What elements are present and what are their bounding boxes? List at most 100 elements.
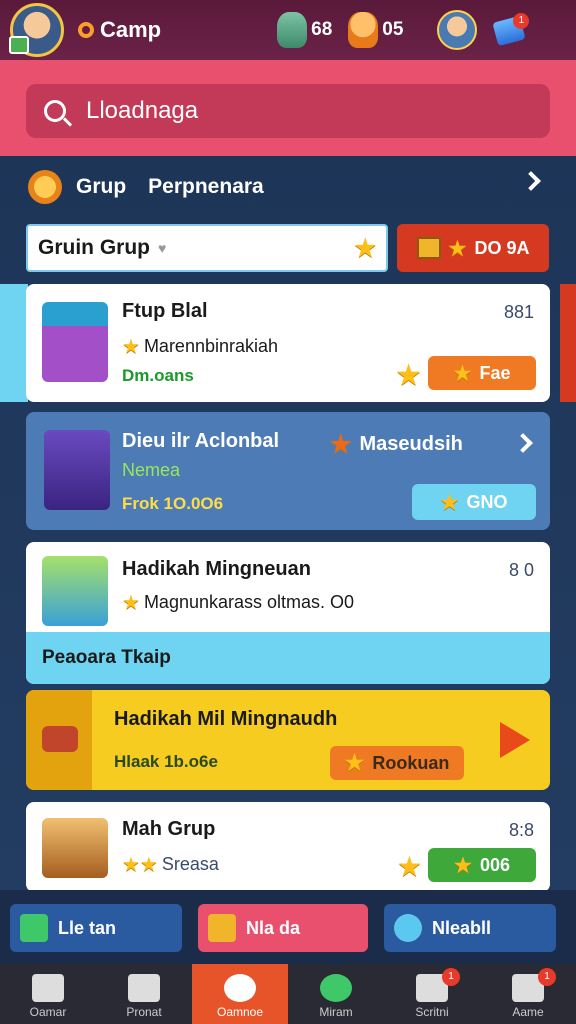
star-icon: ★★ [122,854,158,876]
button-label: GNO [466,491,508,512]
section-header[interactable]: Grup Perpnenara [28,170,548,204]
action-label: Lle tan [58,917,117,938]
camp-button[interactable]: Camp [78,17,161,43]
group-card[interactable]: Ftup Blal 881 ★ Marennbinrakiah Dm.oans ★… [26,284,550,402]
stat-troops[interactable]: 68 [277,12,332,48]
section-title-a: Grup [76,175,127,198]
tab-home[interactable]: Oamar [0,964,96,1024]
card-side-accent-right [560,284,576,402]
tab-bar: Oamar Pronat Oamnoe Miram 1 Scritni 1 Aa… [0,964,576,1024]
group-subtitle: Nemea [122,460,181,480]
group-count: 8:8 [508,820,534,840]
star-icon: ★ [330,431,352,458]
group-band: Peaoara Tkaip [26,632,550,684]
search-band: Lloadnaga [0,60,576,156]
button-label: Rookuan [372,752,450,773]
profile-avatar[interactable] [9,3,64,57]
star-icon: ★ [396,851,422,882]
tab-label: Scritni [415,1005,449,1019]
group-title: Hadikah Mil Mingnaudh [114,708,338,730]
location-pin-icon [78,22,94,38]
tab-check[interactable]: Miram [288,964,384,1024]
group-filter-field[interactable]: Gruin Grup ♥ ★ [26,224,388,272]
tab-label: Miram [319,1005,353,1019]
star-icon: ★ [122,336,140,358]
stat-friends[interactable]: 05 [348,12,403,48]
group-thumbnail [42,302,108,382]
stat-troops-value: 68 [311,19,333,40]
home-icon [32,974,64,1002]
card-side-accent [0,284,28,402]
join-button[interactable]: ★ Fae [428,356,536,390]
chevron-right-icon [521,171,541,191]
group-card[interactable]: Hadikah Mingneuan 8 0 ★ Magnunkarass oltm… [26,542,550,684]
offer-label: DO 9A [474,237,530,258]
group-title: Dieu ilr Aclonbal [122,430,280,452]
friend-icon [348,12,379,48]
gem-badge: 1 [513,13,530,29]
star-icon: ★ [354,234,376,262]
group-thumbnail [42,556,108,626]
action-button-3[interactable]: Nleabll [384,904,556,952]
offer-button[interactable]: ★ DO 9A [397,224,549,272]
search-icon [128,974,160,1002]
group-subtitle: ★★ Sreasa [122,852,219,877]
star-icon: ★ [440,491,459,514]
tab-messages[interactable]: 1 Scritni [384,964,480,1024]
group-count: 8 0 [508,560,534,580]
chest-icon [416,237,441,259]
stat-friends-value: 05 [382,19,404,40]
tab-search[interactable]: Pronat [96,964,192,1024]
action-button-1[interactable]: Lle tan [10,904,182,952]
group-thumbnail [42,726,78,752]
group-card[interactable]: Dieu ilr Aclonbal ★ Maseudsih Nemea Frok … [26,412,550,530]
chevron-right-icon [513,433,533,453]
filter-label: Gruin Grup [38,236,150,259]
friend-avatar[interactable] [437,10,478,50]
group-tag: ★ Maseudsih [330,430,463,459]
troop-icon [277,12,308,48]
star-icon: ★ [454,854,472,877]
subtitle-text: Marennbinrakiah [143,336,279,356]
button-label: Fae [479,362,511,383]
subtitle-text: Magnunkarass oltmas. O0 [143,592,355,612]
tag-text: Maseudsih [359,433,463,455]
group-thumbnail [44,430,110,510]
tab-label: Pronat [126,1005,162,1019]
star-icon: ★ [344,750,365,775]
gem-button[interactable]: 1 [492,13,530,47]
action-label: Nla da [246,917,301,938]
join-button[interactable]: ★ 006 [428,848,536,882]
button-label: 006 [479,854,510,875]
level-badge-icon [9,36,29,54]
group-title: Ftup Blal [122,300,208,322]
star-icon: ★ [448,237,467,260]
tab-label: Oamnoe [216,1005,264,1019]
group-extra: Hlaak 1b.o6e [114,752,218,771]
top-bar: Camp 68 05 1 [0,0,576,60]
group-extra: Frok 1O.0O6 [122,494,224,513]
notification-badge: 1 [442,968,460,986]
section-title-b: Perpnenara [148,175,264,198]
group-title: Hadikah Mingneuan [122,558,311,580]
tab-label: Aame [512,1005,544,1019]
tab-active[interactable]: Oamnoe [192,964,288,1024]
group-card[interactable]: Mah Grup 8:8 ★★ Sreasa ★ ★ 006 [26,802,550,892]
star-icon: ★ [395,359,422,392]
group-card[interactable]: Hadikah Mil Mingnaudh Hlaak 1b.o6e ★ Rook… [26,690,550,790]
play-icon[interactable] [500,722,530,758]
action-button-2[interactable]: Nla da [198,904,368,952]
subtitle-text: Sreasa [161,854,219,874]
star-icon: ★ [453,362,472,385]
heart-icon: ♥ [158,240,167,256]
star-icon: ★ [122,592,140,614]
group-extra: Dm.oans [122,366,194,385]
check-icon [320,974,352,1002]
tab-chat[interactable]: 1 Aame [480,964,576,1024]
tab-label: Oamar [29,1005,67,1019]
group-count: 881 [503,302,534,322]
join-button[interactable]: ★ GNO [412,484,536,520]
join-button[interactable]: ★ Rookuan [330,746,464,780]
search-value: Lloadnaga [86,97,199,124]
search-input[interactable]: Lloadnaga [26,84,550,138]
